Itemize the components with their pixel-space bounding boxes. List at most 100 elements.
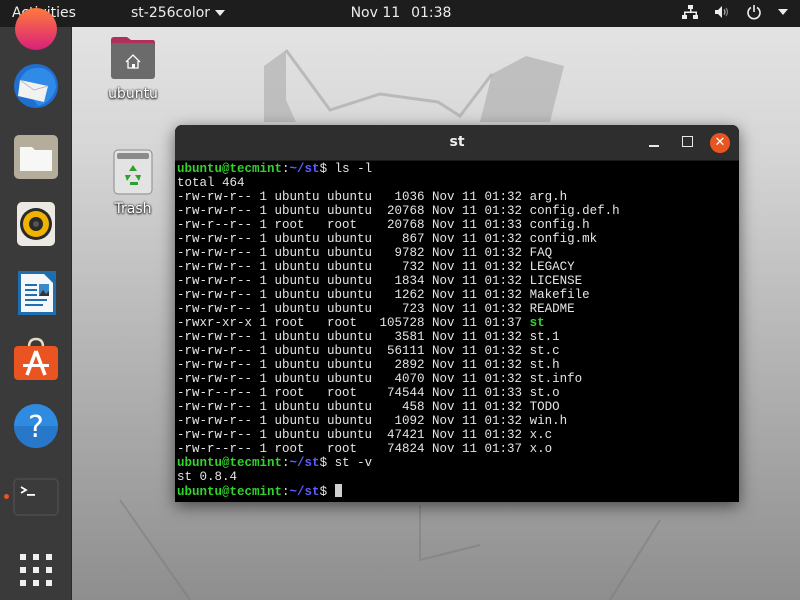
dock-item-terminal[interactable] bbox=[12, 474, 60, 522]
listing-meta: -rw-rw-r-- 1 ubuntu ubuntu 56111 Nov 11 … bbox=[177, 344, 530, 358]
dock-item-firefox[interactable] bbox=[12, 5, 60, 53]
listing-meta: -rw-rw-r-- 1 ubuntu ubuntu 20768 Nov 11 … bbox=[177, 204, 530, 218]
prompt-user-host: ubuntu@tecmint bbox=[177, 162, 283, 176]
dock-item-software[interactable] bbox=[12, 335, 60, 383]
prompt-line: ubuntu@tecmint:~/st$ st -v bbox=[177, 456, 737, 470]
listing-meta: -rw-rw-r-- 1 ubuntu ubuntu 4070 Nov 11 0… bbox=[177, 372, 530, 386]
listing-row: -rw-rw-r-- 1 ubuntu ubuntu 732 Nov 11 01… bbox=[177, 260, 737, 274]
listing-filename: st bbox=[529, 316, 545, 330]
listing-row: -rw-rw-r-- 1 ubuntu ubuntu 47421 Nov 11 … bbox=[177, 428, 737, 442]
desktop-icon-trash[interactable]: Trash bbox=[98, 149, 168, 217]
terminal-output[interactable]: ubuntu@tecmint:~/st$ ls -l total 464 -rw-r… bbox=[177, 162, 737, 502]
clock-time: 01:38 bbox=[411, 5, 452, 21]
shopping-bag-icon bbox=[14, 337, 58, 380]
listing-filename: st.h bbox=[529, 358, 560, 372]
listing-meta: -rw-rw-r-- 1 ubuntu ubuntu 47421 Nov 11 … bbox=[177, 428, 530, 442]
prompt-dollar: $ bbox=[319, 162, 328, 176]
listing-meta: -rw-rw-r-- 1 ubuntu ubuntu 458 Nov 11 01… bbox=[177, 400, 530, 414]
prompt-line: ubuntu@tecmint:~/st$ ls -l bbox=[177, 162, 737, 176]
listing-filename: config.mk bbox=[529, 232, 598, 246]
dock: ? bbox=[0, 8, 72, 600]
listing-row: -rw-r--r-- 1 root root 74544 Nov 11 01:3… bbox=[177, 386, 737, 400]
dock-item-thunderbird[interactable] bbox=[12, 62, 60, 110]
window-titlebar[interactable]: st ✕ bbox=[175, 125, 739, 161]
listing-row: -rw-rw-r-- 1 ubuntu ubuntu 458 Nov 11 01… bbox=[177, 400, 737, 414]
listing-filename: LEGACY bbox=[529, 260, 575, 274]
listing-row: -rwxr-xr-x 1 root root 105728 Nov 11 01:… bbox=[177, 316, 737, 330]
thunderbird-icon bbox=[14, 64, 58, 108]
prompt-user-host: ubuntu@tecmint bbox=[177, 485, 283, 499]
dock-item-rhythmbox[interactable] bbox=[12, 200, 60, 248]
running-indicator bbox=[4, 494, 9, 499]
listing-filename: x.o bbox=[529, 442, 553, 456]
listing-row: -rw-rw-r-- 1 ubuntu ubuntu 1834 Nov 11 0… bbox=[177, 274, 737, 288]
listing-filename: config.h bbox=[529, 218, 590, 232]
listing-meta: -rw-r--r-- 1 root root 74824 Nov 11 01:3… bbox=[177, 442, 530, 456]
volume-icon[interactable] bbox=[714, 5, 730, 19]
listing-meta: -rw-rw-r-- 1 ubuntu ubuntu 9782 Nov 11 0… bbox=[177, 246, 530, 260]
listing-filename: win.h bbox=[529, 414, 568, 428]
terminal-icon bbox=[13, 478, 59, 516]
system-menu-chevron-icon[interactable] bbox=[778, 9, 788, 15]
show-applications-button[interactable] bbox=[12, 546, 60, 594]
command-text: ls -l bbox=[334, 162, 373, 176]
prompt-user-host: ubuntu@tecmint bbox=[177, 456, 283, 470]
prompt-path: ~/st bbox=[289, 485, 320, 499]
desktop-icon-label: Trash bbox=[114, 201, 152, 217]
listing-filename: x.c bbox=[529, 428, 553, 442]
maximize-button[interactable] bbox=[678, 133, 698, 153]
clock[interactable]: Nov 11 01:38 bbox=[0, 5, 800, 21]
listing-meta: -rw-rw-r-- 1 ubuntu ubuntu 732 Nov 11 01… bbox=[177, 260, 530, 274]
prompt-path: ~/st bbox=[289, 162, 320, 176]
close-button[interactable]: ✕ bbox=[710, 133, 730, 153]
listing-filename: README bbox=[529, 302, 575, 316]
listing-meta: -rw-rw-r-- 1 ubuntu ubuntu 1262 Nov 11 0… bbox=[177, 288, 530, 302]
speaker-icon bbox=[17, 202, 55, 246]
help-icon: ? bbox=[14, 404, 58, 448]
listing-row: -rw-r--r-- 1 root root 20768 Nov 11 01:3… bbox=[177, 218, 737, 232]
top-bar: Activities st-256color Nov 11 01:38 bbox=[0, 0, 800, 27]
clock-date: Nov 11 bbox=[350, 5, 401, 21]
firefox-icon bbox=[15, 8, 57, 50]
svg-text:?: ? bbox=[28, 410, 44, 445]
listing-row: -rw-rw-r-- 1 ubuntu ubuntu 1092 Nov 11 0… bbox=[177, 414, 737, 428]
power-icon[interactable] bbox=[746, 4, 762, 20]
listing-meta: -rw-rw-r-- 1 ubuntu ubuntu 2892 Nov 11 0… bbox=[177, 358, 530, 372]
system-tray[interactable] bbox=[682, 4, 788, 20]
network-icon[interactable] bbox=[682, 5, 698, 19]
listing-row: -rw-rw-r-- 1 ubuntu ubuntu 1036 Nov 11 0… bbox=[177, 190, 737, 204]
prompt-path: ~/st bbox=[289, 456, 320, 470]
listing-filename: st.o bbox=[529, 386, 560, 400]
desktop-icon-label: ubuntu bbox=[108, 86, 158, 102]
dock-item-writer[interactable] bbox=[12, 269, 60, 317]
minimize-button[interactable] bbox=[645, 133, 665, 153]
listing-row: -rw-rw-r-- 1 ubuntu ubuntu 20768 Nov 11 … bbox=[177, 204, 737, 218]
listing-filename: config.def.h bbox=[529, 204, 620, 218]
listing-meta: -rw-r--r-- 1 root root 74544 Nov 11 01:3… bbox=[177, 386, 530, 400]
close-icon: ✕ bbox=[714, 135, 726, 150]
dock-item-help[interactable]: ? bbox=[12, 402, 60, 450]
listing-filename: st.c bbox=[529, 344, 560, 358]
listing-total: total 464 bbox=[177, 176, 245, 190]
listing-meta: -rw-r--r-- 1 root root 20768 Nov 11 01:3… bbox=[177, 218, 530, 232]
listing-meta: -rw-rw-r-- 1 ubuntu ubuntu 867 Nov 11 01… bbox=[177, 232, 530, 246]
listing-row: -rw-rw-r-- 1 ubuntu ubuntu 2892 Nov 11 0… bbox=[177, 358, 737, 372]
listing-row: -rw-rw-r-- 1 ubuntu ubuntu 867 Nov 11 01… bbox=[177, 232, 737, 246]
listing-filename: FAQ bbox=[529, 246, 553, 260]
app-grid-icon bbox=[20, 554, 52, 586]
terminal-window: st ✕ ubuntu@tecmint:~/st$ ls -l total 464… bbox=[175, 125, 739, 502]
prompt-dollar: $ bbox=[319, 456, 328, 470]
listing-row: -rw-rw-r-- 1 ubuntu ubuntu 1262 Nov 11 0… bbox=[177, 288, 737, 302]
document-icon bbox=[18, 271, 56, 315]
listing-row: -rw-rw-r-- 1 ubuntu ubuntu 56111 Nov 11 … bbox=[177, 344, 737, 358]
dock-item-files[interactable] bbox=[12, 133, 60, 181]
desktop-icon-home[interactable]: ubuntu bbox=[98, 36, 168, 102]
listing-row: -rw-rw-r-- 1 ubuntu ubuntu 3581 Nov 11 0… bbox=[177, 330, 737, 344]
prompt-separator: : bbox=[282, 485, 290, 499]
listing-filename: st.1 bbox=[529, 330, 560, 344]
listing-filename: LICENSE bbox=[529, 274, 583, 288]
folder-icon bbox=[14, 135, 58, 179]
prompt-dollar: $ bbox=[319, 485, 328, 499]
prompt-line: ubuntu@tecmint:~/st$ bbox=[177, 484, 737, 499]
listing-meta: -rw-rw-r-- 1 ubuntu ubuntu 1036 Nov 11 0… bbox=[177, 190, 530, 204]
